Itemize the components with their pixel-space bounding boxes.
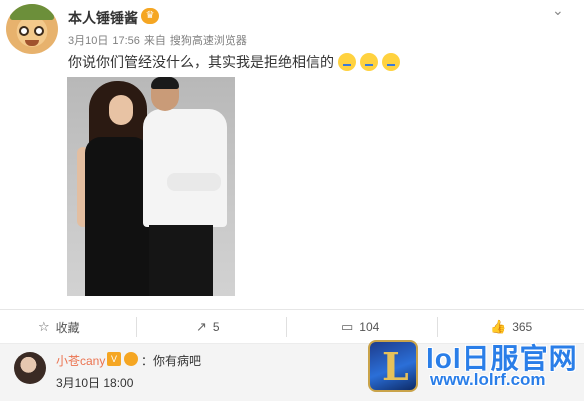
- photo-woman-face: [109, 95, 133, 125]
- post-photo[interactable]: [67, 77, 235, 296]
- avatar-eye-right: [34, 26, 44, 36]
- avatar-hat: [10, 4, 54, 20]
- post-source[interactable]: 搜狗高速浏览器: [170, 35, 247, 47]
- avatar-eye-left: [19, 26, 29, 36]
- sad-emoji-icon: [360, 53, 378, 71]
- action-separator: [286, 317, 287, 337]
- sad-emoji-icon: [338, 53, 356, 71]
- photo-man-arms: [167, 173, 221, 191]
- action-separator: [136, 317, 137, 337]
- post-source-prefix: 来自: [143, 35, 166, 47]
- post-meta: 3月10日 17:56 来自 搜狗高速浏览器: [68, 32, 251, 48]
- chevron-down-icon[interactable]: ⌄: [552, 2, 564, 19]
- comment-count: 104: [359, 320, 380, 334]
- comment-date: 3月10日: [56, 376, 101, 390]
- watermark-url: www.lolrf.com: [430, 370, 546, 389]
- like-count: 365: [512, 320, 533, 334]
- favorite-label: 收藏: [55, 320, 80, 335]
- commenter-avatar[interactable]: [14, 352, 46, 384]
- vip-badge-icon: [124, 352, 138, 366]
- post-date[interactable]: 3月10日: [68, 35, 108, 47]
- favorite-button[interactable]: ☆ 收藏: [38, 312, 80, 342]
- post-body: 你说你们管经没什么，其实我是拒绝相信的: [68, 52, 400, 72]
- avatar-mouth: [25, 40, 39, 46]
- post-text: 你说你们管经没什么，其实我是拒绝相信的: [68, 54, 334, 70]
- watermark-logo-letter: L: [382, 344, 409, 389]
- repost-icon: ↗: [196, 319, 207, 334]
- comment-text: ：你有病吧: [141, 354, 202, 368]
- repost-button[interactable]: ↗ 5: [196, 312, 220, 342]
- photo-man-hair: [151, 77, 179, 89]
- commenter-name[interactable]: 小苍cany: [56, 352, 105, 369]
- author-name[interactable]: 本人锤锤酱: [68, 8, 138, 28]
- photo-man-pants: [149, 225, 213, 296]
- author-avatar[interactable]: [6, 4, 58, 54]
- sad-emoji-icon: [382, 53, 400, 71]
- star-icon: ☆: [38, 319, 50, 334]
- watermark-logo: L: [368, 340, 418, 392]
- photo-woman-dress: [85, 137, 149, 296]
- repost-count: 5: [212, 320, 220, 334]
- action-separator: [437, 317, 438, 337]
- comment-icon: ▭: [341, 319, 354, 334]
- post-time[interactable]: 17:56: [112, 35, 140, 47]
- vip-badge-icon: ♛: [141, 8, 159, 24]
- comment-button[interactable]: ▭ 104: [341, 312, 379, 342]
- thumbs-up-icon: 👍: [490, 319, 507, 334]
- action-bar-divider: [0, 309, 584, 310]
- comment-time: 18:00: [103, 376, 134, 390]
- photo-man-shirt: [143, 109, 227, 227]
- verified-badge-icon: V: [107, 352, 121, 366]
- comment-timestamp: 3月10日 18:00: [56, 374, 133, 391]
